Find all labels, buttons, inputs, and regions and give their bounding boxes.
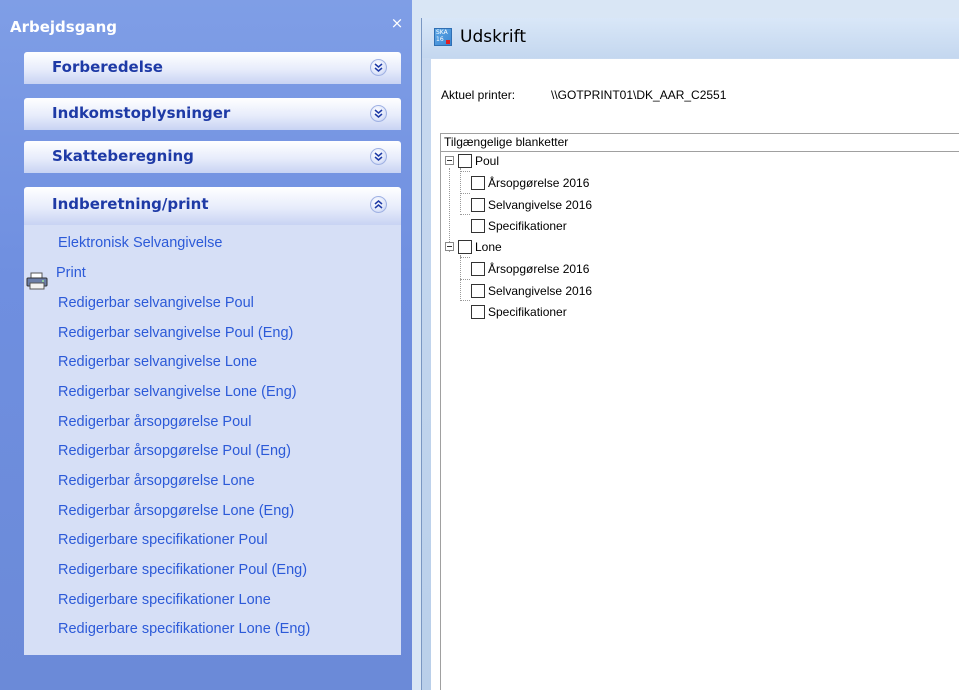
group-header-skatteberegning[interactable]: Skatteberegning: [24, 141, 401, 173]
forms-tree[interactable]: Tilgængelige blanketter Poul Årsopgørels…: [440, 133, 959, 690]
group-label: Forberedelse: [52, 58, 163, 76]
printer-value: \\GOTPRINT01\DK_AAR_C2551: [551, 88, 727, 102]
udskrift-window: SKA 16 Udskrift Aktuel printer: \\GOTPRI…: [421, 18, 959, 690]
tree-collapse-toggle[interactable]: [445, 242, 454, 251]
tree-node-aarsopgoerelse[interactable]: Årsopgørelse 2016: [488, 262, 589, 276]
task-link[interactable]: Redigerbar selvangivelse Poul (Eng): [58, 325, 293, 341]
task-link[interactable]: Redigerbare specifikationer Poul: [58, 532, 268, 548]
double-chevron-down-icon[interactable]: [370, 148, 387, 165]
window-titlebar[interactable]: SKA 16 Udskrift: [422, 18, 959, 58]
window-title: Udskrift: [460, 27, 526, 47]
tree-header: Tilgængelige blanketter: [441, 134, 959, 152]
task-link[interactable]: Redigerbar årsopgørelse Poul: [58, 414, 251, 430]
tree-node-poul[interactable]: Poul: [475, 154, 499, 168]
task-link[interactable]: Redigerbar selvangivelse Lone (Eng): [58, 384, 297, 400]
tree-node-specifikationer[interactable]: Specifikationer: [488, 305, 567, 319]
group-label: Indberetning/print: [52, 195, 209, 213]
double-chevron-down-icon[interactable]: [370, 59, 387, 76]
task-link[interactable]: Redigerbar årsopgørelse Lone: [58, 473, 255, 489]
task-link[interactable]: Redigerbar selvangivelse Lone: [58, 354, 257, 370]
task-link-print[interactable]: Print: [56, 265, 86, 281]
tree-checkbox[interactable]: [471, 284, 485, 298]
task-link[interactable]: Redigerbare specifikationer Poul (Eng): [58, 562, 307, 578]
window-client-area: Aktuel printer: \\GOTPRINT01\DK_AAR_C255…: [431, 59, 959, 690]
tree-collapse-toggle[interactable]: [445, 156, 454, 165]
tree-checkbox[interactable]: [471, 305, 485, 319]
tree-checkbox-poul[interactable]: [458, 154, 472, 168]
task-link[interactable]: Redigerbar selvangivelse Poul: [58, 295, 254, 311]
task-link[interactable]: Redigerbar årsopgørelse Lone (Eng): [58, 503, 294, 519]
printer-info: Aktuel printer: \\GOTPRINT01\DK_AAR_C255…: [441, 88, 726, 102]
printer-icon[interactable]: [26, 272, 48, 290]
tree-node-aarsopgoerelse[interactable]: Årsopgørelse 2016: [488, 176, 589, 190]
group-label: Skatteberegning: [52, 147, 194, 165]
double-chevron-down-icon[interactable]: [370, 105, 387, 122]
task-link[interactable]: Redigerbar årsopgørelse Poul (Eng): [58, 443, 291, 459]
tree-checkbox[interactable]: [471, 262, 485, 276]
double-chevron-up-icon[interactable]: [370, 196, 387, 213]
group-header-indkomstoplysninger[interactable]: Indkomstoplysninger: [24, 98, 401, 130]
group-header-forberedelse[interactable]: Forberedelse: [24, 52, 401, 84]
task-link[interactable]: Redigerbare specifikationer Lone: [58, 592, 271, 608]
tree-node-specifikationer[interactable]: Specifikationer: [488, 219, 567, 233]
group-label: Indkomstoplysninger: [52, 104, 231, 122]
close-icon[interactable]: ×: [389, 14, 405, 32]
task-link[interactable]: Redigerbare specifikationer Lone (Eng): [58, 621, 310, 637]
tree-checkbox-lone[interactable]: [458, 240, 472, 254]
printer-label: Aktuel printer:: [441, 88, 516, 102]
tree-checkbox[interactable]: [471, 198, 485, 212]
task-pane-title: Arbejdsgang: [10, 18, 117, 36]
tree-node-lone[interactable]: Lone: [475, 240, 502, 254]
group-header-indberetning-print[interactable]: Indberetning/print: [24, 187, 401, 225]
task-link-elektronisk-selvangivelse[interactable]: Elektronisk Selvangivelse: [58, 235, 222, 251]
group-body-indberetning-print: Elektronisk Selvangivelse Print Redigerb…: [24, 225, 401, 655]
app-icon: SKA 16: [434, 28, 452, 46]
task-pane: Arbejdsgang × Forberedelse Indkomstoplys…: [0, 0, 412, 690]
tree-node-selvangivelse[interactable]: Selvangivelse 2016: [488, 198, 592, 212]
tree-node-selvangivelse[interactable]: Selvangivelse 2016: [488, 284, 592, 298]
tree-checkbox[interactable]: [471, 176, 485, 190]
tree-checkbox[interactable]: [471, 219, 485, 233]
